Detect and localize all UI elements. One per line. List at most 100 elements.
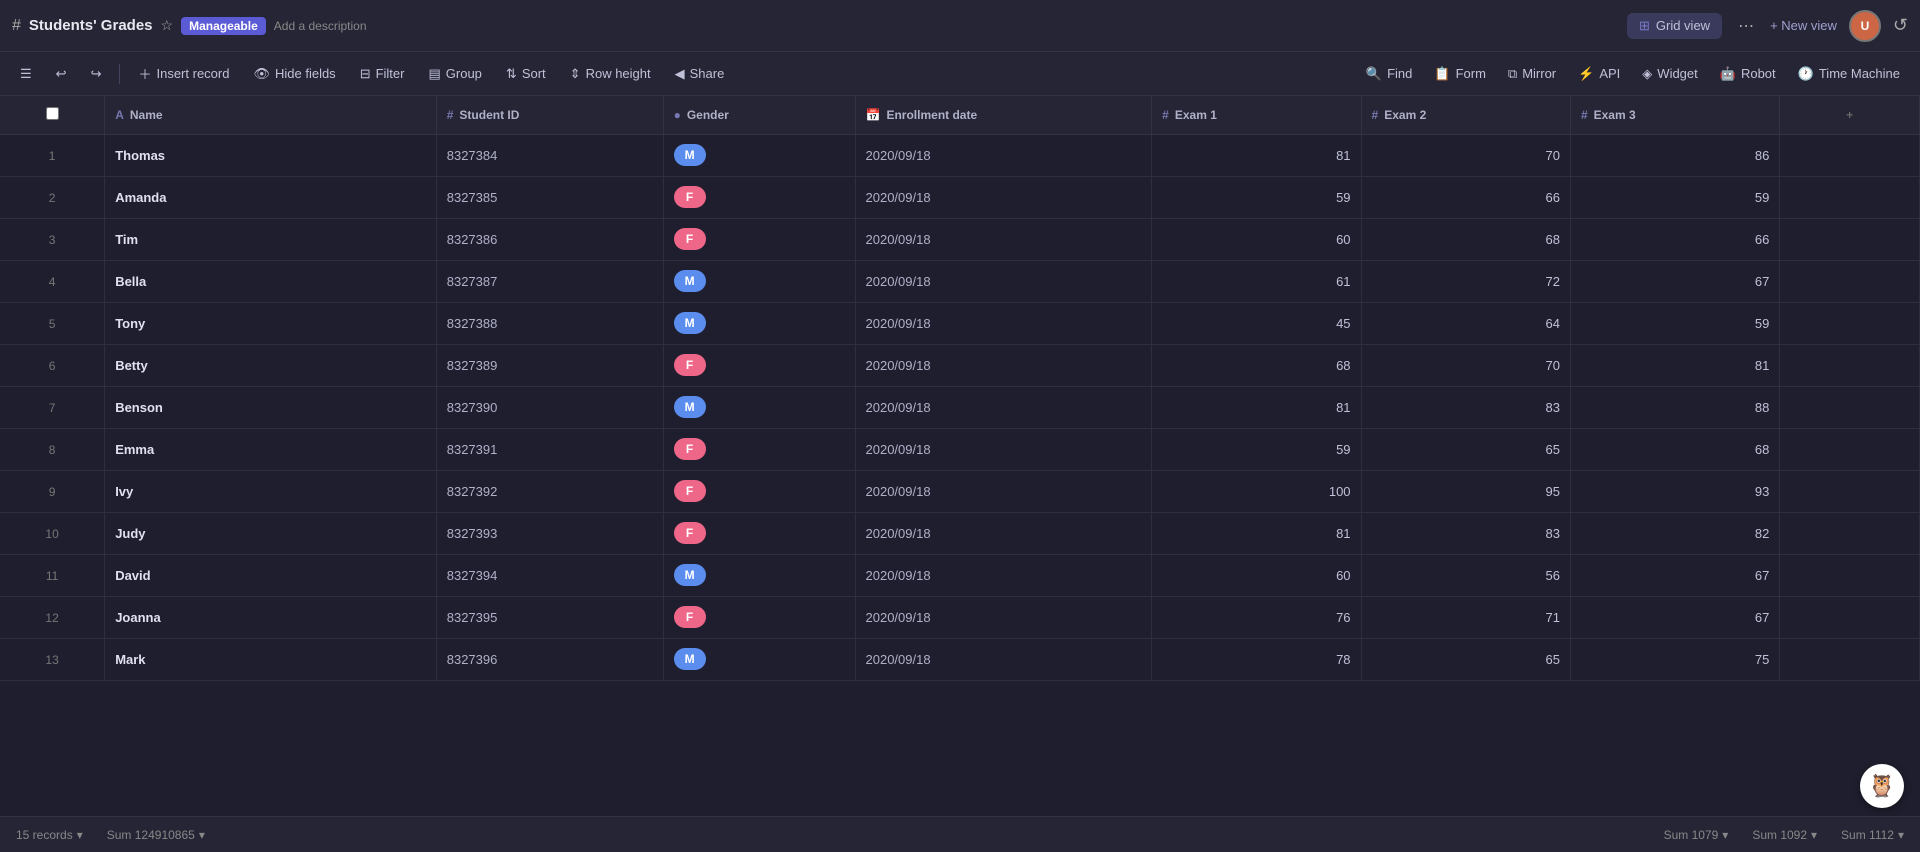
row-exam3[interactable]: 67 [1570,596,1779,638]
col-header-exam1[interactable]: # Exam 1 [1152,96,1361,134]
row-enrollment-date[interactable]: 2020/09/18 [855,386,1152,428]
row-student-id[interactable]: 8327386 [436,218,663,260]
grid-view-tab[interactable]: ⊞ Grid view [1627,13,1722,39]
row-gender[interactable]: M [663,134,855,176]
col-header-sid[interactable]: # Student ID [436,96,663,134]
col-header-exam2[interactable]: # Exam 2 [1361,96,1570,134]
row-exam3[interactable]: 59 [1570,302,1779,344]
row-name[interactable]: Emma [105,428,437,470]
row-enrollment-date[interactable]: 2020/09/18 [855,176,1152,218]
row-gender[interactable]: F [663,428,855,470]
row-exam2[interactable]: 70 [1361,134,1570,176]
row-gender[interactable]: M [663,638,855,680]
row-exam2[interactable]: 72 [1361,260,1570,302]
row-checkbox-cell[interactable]: 7 [0,386,105,428]
row-checkbox-cell[interactable]: 2 [0,176,105,218]
row-exam2[interactable]: 83 [1361,512,1570,554]
sum-exam3[interactable]: Sum 1112 ▾ [1841,828,1904,842]
row-checkbox-cell[interactable]: 12 [0,596,105,638]
row-student-id[interactable]: 8327387 [436,260,663,302]
row-gender[interactable]: M [663,554,855,596]
table-row[interactable]: 10Judy8327393F2020/09/18818382 [0,512,1920,554]
row-name[interactable]: Amanda [105,176,437,218]
insert-record-button[interactable]: ＋ Insert record [128,59,239,88]
row-exam3[interactable]: 86 [1570,134,1779,176]
redo-button[interactable]: ↪ [81,61,112,87]
row-exam2[interactable]: 71 [1361,596,1570,638]
row-exam1[interactable]: 81 [1152,512,1361,554]
col-header-add[interactable]: + [1780,96,1920,134]
row-exam3[interactable]: 59 [1570,176,1779,218]
row-height-button[interactable]: ⇕ Row height [560,61,661,87]
time-machine-button[interactable]: 🕐 Time Machine [1788,61,1910,87]
avatar[interactable]: U [1849,10,1881,42]
row-exam2[interactable]: 64 [1361,302,1570,344]
table-row[interactable]: 2Amanda8327385F2020/09/18596659 [0,176,1920,218]
table-row[interactable]: 4Bella8327387M2020/09/18617267 [0,260,1920,302]
form-button[interactable]: 📋 Form [1424,61,1496,87]
row-exam1[interactable]: 60 [1152,554,1361,596]
col-header-gender[interactable]: ● Gender [663,96,855,134]
row-exam1[interactable]: 59 [1152,428,1361,470]
table-row[interactable]: 11David8327394M2020/09/18605667 [0,554,1920,596]
row-name[interactable]: Tim [105,218,437,260]
row-exam2[interactable]: 70 [1361,344,1570,386]
col-header-enroll[interactable]: 📅 Enrollment date [855,96,1152,134]
table-row[interactable]: 5Tony8327388M2020/09/18456459 [0,302,1920,344]
row-gender[interactable]: F [663,596,855,638]
row-exam3[interactable]: 68 [1570,428,1779,470]
table-row[interactable]: 6Betty8327389F2020/09/18687081 [0,344,1920,386]
row-exam2[interactable]: 56 [1361,554,1570,596]
row-checkbox-cell[interactable]: 4 [0,260,105,302]
row-student-id[interactable]: 8327392 [436,470,663,512]
records-count[interactable]: 15 records ▾ [16,828,83,842]
add-description[interactable]: Add a description [274,19,367,33]
row-exam1[interactable]: 45 [1152,302,1361,344]
row-checkbox-cell[interactable]: 3 [0,218,105,260]
row-exam2[interactable]: 65 [1361,428,1570,470]
row-name[interactable]: Mark [105,638,437,680]
row-enrollment-date[interactable]: 2020/09/18 [855,512,1152,554]
row-enrollment-date[interactable]: 2020/09/18 [855,260,1152,302]
row-student-id[interactable]: 8327395 [436,596,663,638]
row-gender[interactable]: M [663,302,855,344]
filter-button[interactable]: ⊟ Filter [350,61,415,87]
row-exam3[interactable]: 81 [1570,344,1779,386]
row-student-id[interactable]: 8327385 [436,176,663,218]
row-exam3[interactable]: 67 [1570,260,1779,302]
row-enrollment-date[interactable]: 2020/09/18 [855,134,1152,176]
table-row[interactable]: 12Joanna8327395F2020/09/18767167 [0,596,1920,638]
row-checkbox-cell[interactable]: 11 [0,554,105,596]
row-exam1[interactable]: 61 [1152,260,1361,302]
row-gender[interactable]: M [663,260,855,302]
row-student-id[interactable]: 8327396 [436,638,663,680]
row-checkbox-cell[interactable]: 8 [0,428,105,470]
row-exam1[interactable]: 78 [1152,638,1361,680]
row-checkbox-cell[interactable]: 6 [0,344,105,386]
row-name[interactable]: Ivy [105,470,437,512]
star-icon[interactable]: ☆ [161,17,174,34]
row-exam1[interactable]: 81 [1152,386,1361,428]
row-enrollment-date[interactable]: 2020/09/18 [855,596,1152,638]
robot-corner-button[interactable]: 🦉 [1860,764,1904,808]
more-options-button[interactable]: ⋯ [1734,12,1758,40]
row-exam2[interactable]: 83 [1361,386,1570,428]
col-header-name[interactable]: A Name [105,96,437,134]
group-button[interactable]: ▤ Group [418,61,491,87]
row-exam1[interactable]: 76 [1152,596,1361,638]
row-name[interactable]: Judy [105,512,437,554]
row-name[interactable]: David [105,554,437,596]
row-name[interactable]: Tony [105,302,437,344]
new-view-button[interactable]: + New view [1770,18,1837,33]
table-row[interactable]: 8Emma8327391F2020/09/18596568 [0,428,1920,470]
row-checkbox-cell[interactable]: 10 [0,512,105,554]
widget-button[interactable]: ◈ Widget [1632,61,1707,87]
checkbox-header[interactable] [0,96,105,134]
row-enrollment-date[interactable]: 2020/09/18 [855,470,1152,512]
table-row[interactable]: 3Tim8327386F2020/09/18606866 [0,218,1920,260]
share-button[interactable]: ◀ Share [665,61,735,87]
row-exam3[interactable]: 67 [1570,554,1779,596]
api-button[interactable]: ⚡ API [1568,61,1630,87]
robot-button[interactable]: 🤖 Robot [1710,61,1786,87]
row-exam1[interactable]: 81 [1152,134,1361,176]
